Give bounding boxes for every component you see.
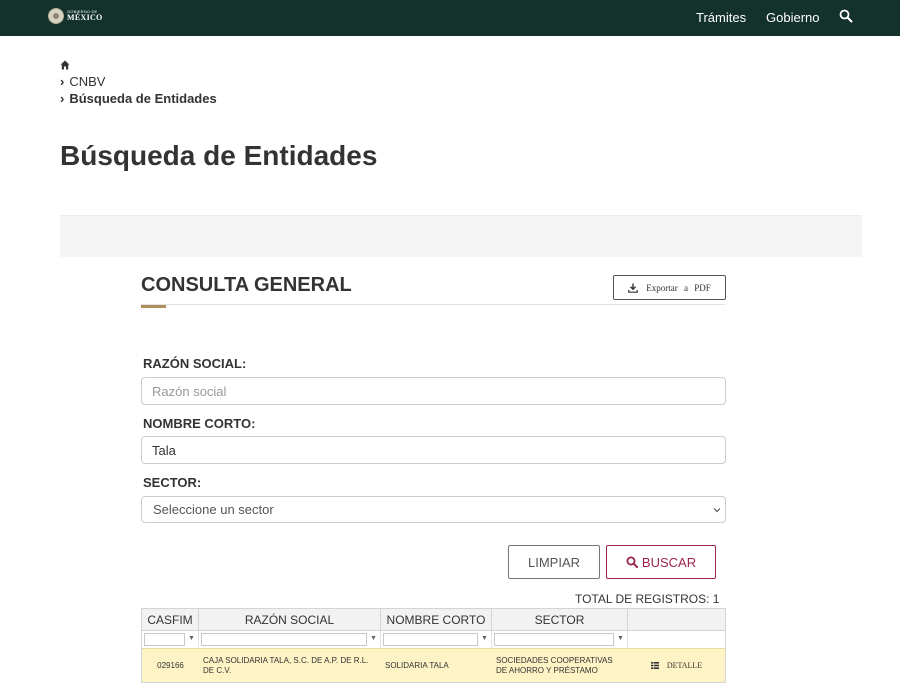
list-icon	[650, 662, 659, 669]
filter-dropdown-icon[interactable]: ▼	[617, 635, 624, 642]
gray-band	[60, 215, 862, 257]
filter-dropdown-icon[interactable]: ▼	[370, 635, 377, 642]
column-header-casfim[interactable]: CASFIM	[142, 609, 199, 630]
buscar-button[interactable]: BUSCAR	[606, 545, 716, 579]
nav-link-gobierno[interactable]: Gobierno	[766, 10, 819, 25]
gobierno-logo[interactable]: GOBIERNO DE MÉXICO	[48, 8, 103, 24]
cell-razon-social: CAJA SOLIDARIA TALA, S.C. DE A.P. DE R.L…	[203, 656, 369, 675]
nombre-corto-label: NOMBRE CORTO:	[143, 416, 256, 431]
section-accent-bar	[141, 305, 166, 308]
column-header-razon-social[interactable]: RAZÓN SOCIAL	[199, 609, 381, 630]
home-icon[interactable]	[60, 60, 70, 70]
razon-social-input[interactable]	[141, 377, 726, 405]
filter-input-razon-social[interactable]	[201, 633, 367, 646]
buscar-label: BUSCAR	[641, 554, 697, 570]
search-icon	[626, 556, 638, 568]
sector-label: SECTOR:	[143, 475, 202, 490]
nombre-corto-input[interactable]	[141, 436, 726, 464]
detalle-button[interactable]: DETALLE	[628, 649, 725, 682]
logo-big-text: MÉXICO	[67, 13, 103, 22]
cell-nombre-corto: SOLIDARIA TALA	[385, 660, 449, 670]
export-pdf-label: Exportar a PDF	[646, 282, 711, 293]
filter-dropdown-icon[interactable]: ▼	[188, 635, 195, 642]
seal-icon	[48, 8, 64, 24]
download-icon	[628, 283, 639, 293]
filter-dropdown-icon[interactable]: ▼	[481, 635, 488, 642]
sector-selected-value: Seleccione un sector	[153, 502, 274, 517]
column-header-sector[interactable]: SECTOR	[492, 609, 628, 630]
results-grid: CASFIM RAZÓN SOCIAL NOMBRE CORTO SECTOR …	[141, 608, 726, 683]
top-navbar: GOBIERNO DE MÉXICO Trámites Gobierno	[0, 0, 900, 36]
sector-select[interactable]: Seleccione un sector	[141, 496, 726, 523]
grid-filter-row: ▼ ▼ ▼ ▼	[142, 630, 725, 648]
filter-input-casfim[interactable]	[144, 633, 185, 646]
limpiar-button[interactable]: LIMPIAR	[508, 545, 600, 579]
razon-social-label: RAZÓN SOCIAL:	[143, 356, 247, 371]
column-header-actions	[628, 609, 725, 630]
total-records: TOTAL DE REGISTROS: 1	[575, 592, 720, 606]
cell-sector: SOCIEDADES COOPERATIVAS DE AHORRO Y PRÉS…	[496, 656, 613, 675]
chevron-down-icon	[713, 508, 721, 513]
chevron-right-icon: ›	[60, 74, 65, 89]
filter-input-nombre-corto[interactable]	[383, 633, 478, 646]
grid-header-row: CASFIM RAZÓN SOCIAL NOMBRE CORTO SECTOR	[142, 609, 725, 630]
breadcrumb: › CNBV › Búsqueda de Entidades	[60, 60, 217, 106]
filter-input-sector[interactable]	[494, 633, 614, 646]
export-pdf-button[interactable]: Exportar a PDF	[613, 275, 726, 300]
section-divider	[141, 304, 725, 305]
breadcrumb-item-current: › Búsqueda de Entidades	[60, 91, 217, 106]
column-header-nombre-corto[interactable]: NOMBRE CORTO	[381, 609, 492, 630]
cell-casfim: 029166	[157, 660, 184, 670]
search-icon[interactable]	[839, 9, 853, 23]
chevron-right-icon: ›	[60, 91, 65, 106]
nav-link-tramites[interactable]: Trámites	[696, 10, 746, 25]
table-row[interactable]: 029166 CAJA SOLIDARIA TALA, S.C. DE A.P.…	[142, 648, 725, 682]
detalle-label: DETALLE	[666, 660, 703, 670]
page-title: Búsqueda de Entidades	[60, 140, 378, 171]
section-title: CONSULTA GENERAL	[141, 274, 352, 296]
breadcrumb-item-cnbv[interactable]: › CNBV	[60, 74, 217, 89]
